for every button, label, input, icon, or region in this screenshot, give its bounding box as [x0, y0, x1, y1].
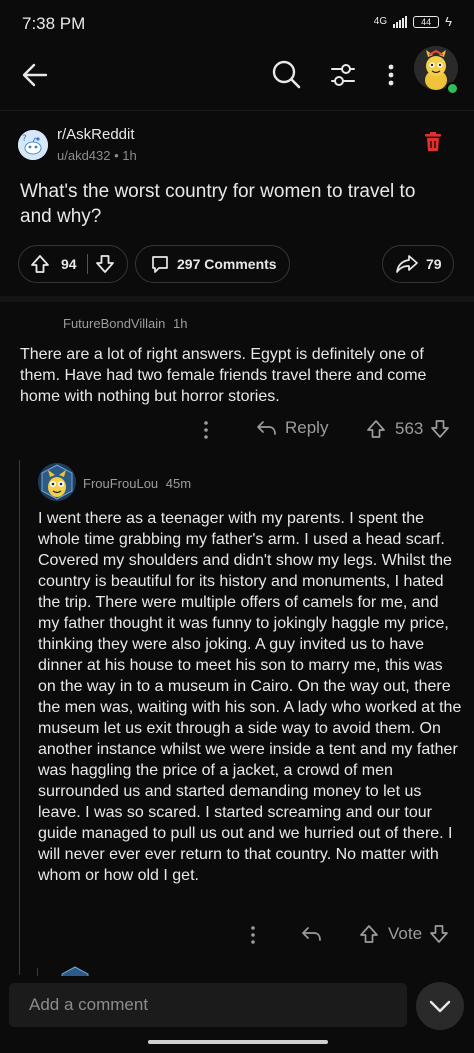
downvote-icon[interactable] — [94, 253, 116, 275]
delete-icon[interactable] — [424, 132, 442, 152]
network-type: 4G — [373, 16, 388, 27]
reply-downvote-icon[interactable] — [428, 923, 450, 945]
comment-author[interactable]: FutureBondVillain — [63, 316, 165, 331]
comment-author-meta: FutureBondVillain 1h — [63, 316, 187, 331]
reply-author[interactable]: FrouFrouLou — [83, 476, 158, 491]
svg-text:?: ? — [22, 134, 27, 144]
upvote-icon[interactable] — [29, 253, 51, 275]
subreddit-icon[interactable]: ? — [18, 130, 48, 160]
chevron-down-icon[interactable] — [416, 982, 464, 1030]
reply-vote-control: Vote — [358, 923, 450, 945]
share-count: 79 — [426, 256, 442, 272]
comment-upvote-icon[interactable] — [365, 418, 387, 440]
reply-upvote-icon[interactable] — [358, 923, 380, 945]
reply-button[interactable]: Reply — [255, 418, 328, 438]
section-divider — [0, 296, 474, 302]
back-arrow-icon[interactable] — [18, 58, 52, 92]
reply-author-meta: FrouFrouLou 45m — [83, 476, 191, 491]
vote-control: 94 — [18, 245, 128, 283]
comment-vote-control: 563 — [365, 418, 451, 440]
search-icon[interactable] — [270, 58, 304, 92]
charging-icon: ϟ — [445, 14, 452, 29]
reply-label: Reply — [285, 418, 329, 437]
reply-more-icon[interactable] — [245, 924, 261, 946]
meta-separator: • — [110, 148, 123, 163]
post-title: What's the worst country for women to tr… — [20, 181, 416, 227]
reply-icon — [255, 418, 277, 438]
more-vertical-icon[interactable] — [378, 58, 404, 92]
home-indicator[interactable] — [148, 1040, 328, 1044]
share-icon — [395, 254, 419, 274]
reply-time: 45m — [165, 476, 192, 491]
comment-icon — [150, 254, 170, 274]
divider — [0, 110, 474, 111]
reply-body: I went there as a teenager with my paren… — [38, 510, 462, 884]
battery-icon: 44 — [413, 15, 440, 28]
filter-icon[interactable] — [326, 58, 360, 92]
comment-body: There are a lot of right answers. Egypt … — [20, 346, 427, 405]
comments-count: 297 Comments — [177, 256, 277, 272]
post-author[interactable]: u/akd432 — [57, 148, 111, 163]
comment-score: 563 — [395, 419, 424, 438]
vote-label: Vote — [388, 924, 423, 943]
comment-more-icon[interactable] — [198, 419, 214, 441]
comment-time: 1h — [173, 316, 188, 331]
reply-reply-icon[interactable] — [300, 924, 322, 944]
online-status-dot — [446, 82, 459, 95]
post-score: 94 — [61, 256, 77, 272]
thread-line[interactable] — [19, 460, 20, 975]
comment-avatar[interactable] — [38, 463, 76, 501]
comments-button[interactable]: 297 Comments — [135, 245, 290, 283]
status-icons: 4G 44 ϟ — [374, 14, 452, 29]
post-time: 1h — [122, 148, 137, 163]
vote-separator — [86, 254, 88, 274]
signal-icon — [393, 15, 408, 28]
share-button[interactable]: 79 — [382, 245, 454, 283]
add-comment-input[interactable]: Add a comment — [9, 983, 407, 1027]
subreddit-name[interactable]: r/AskReddit — [57, 126, 135, 143]
comment-downvote-icon[interactable] — [429, 418, 451, 440]
status-time: 7:38 PM — [22, 14, 86, 33]
post-meta: u/akd432 • 1h — [57, 148, 137, 163]
